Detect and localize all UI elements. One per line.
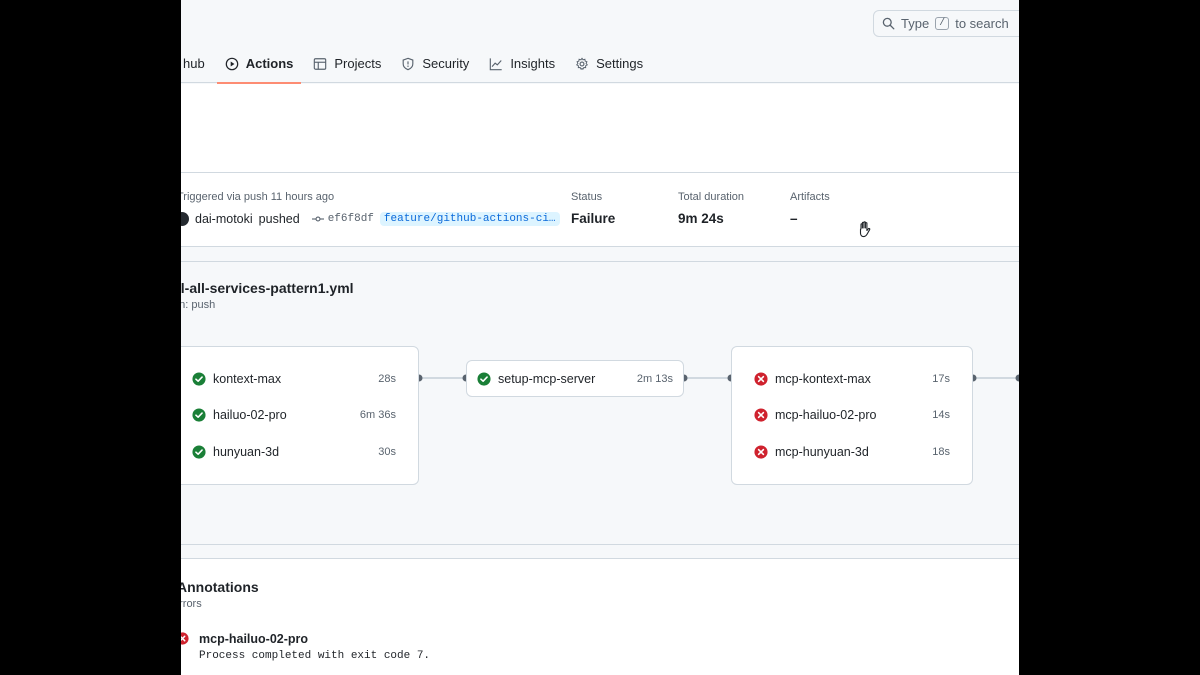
annotations-title: Annotations — [181, 579, 259, 595]
job-duration: 30s — [378, 446, 396, 458]
push-info: dai-motoki pushed ef6f8df feature/github… — [181, 212, 560, 226]
duration-value: 9m 24s — [678, 211, 724, 226]
job-name: mcp-kontext-max — [775, 372, 871, 386]
branch-label[interactable]: feature/github-actions-ci… — [379, 212, 560, 226]
tab-actions[interactable]: Actions — [215, 44, 304, 84]
tab-label: Projects — [334, 56, 382, 71]
job-duration: 28s — [378, 373, 396, 385]
job-kontext-max[interactable]: kontext-max 28s — [181, 369, 418, 389]
table-icon — [314, 57, 327, 70]
tab-insights[interactable]: Insights — [479, 44, 565, 83]
page-top-area — [181, 84, 1019, 172]
pusher-name[interactable]: dai-motoki — [195, 212, 253, 226]
annotations-count: errors — [181, 598, 202, 610]
tab-projects[interactable]: Projects — [303, 44, 391, 83]
job-mcp-hailuo-02-pro[interactable]: mcp-hailuo-02-pro 14s — [732, 405, 972, 425]
tab-label: Security — [422, 56, 470, 71]
job-name: hunyuan-3d — [213, 445, 280, 459]
job-name: setup-mcp-server — [498, 372, 596, 386]
x-circle-icon — [181, 632, 189, 645]
job-name: mcp-hunyuan-3d — [775, 445, 869, 459]
tab-label: Actions — [245, 56, 294, 71]
check-circle-icon — [192, 408, 206, 422]
avatar[interactable] — [181, 212, 189, 226]
workflow-graph: al-all-services-pattern1.yml on: push ko… — [181, 261, 1019, 545]
tab-settings[interactable]: Settings — [565, 44, 653, 83]
tab-security[interactable]: Security — [391, 44, 479, 83]
job-hailuo-02-pro[interactable]: hailuo-02-pro 6m 36s — [181, 405, 418, 425]
check-circle-icon — [192, 372, 206, 386]
commit-icon — [311, 216, 324, 222]
push-action: pushed — [258, 212, 300, 226]
annotation-message: Process completed with exit code 7. — [199, 650, 431, 662]
search-prefix: Type — [901, 16, 930, 31]
check-circle-icon — [477, 372, 491, 386]
job-name: hailuo-02-pro — [213, 408, 287, 422]
duration-label: Total duration — [678, 191, 745, 203]
search-input[interactable]: Type / to search — [873, 10, 1019, 37]
job-duration: 2m 13s — [636, 373, 673, 385]
gear-icon — [576, 56, 589, 70]
run-summary: Triggered via push 11 hours ago dai-moto… — [181, 172, 1019, 247]
job-duration: 6m 36s — [359, 409, 396, 421]
job-mcp-hunyuan-3d[interactable]: mcp-hunyuan-3d 18s — [732, 442, 972, 462]
check-circle-icon — [192, 445, 206, 459]
annotations-panel: Annotations errors mcp-hailuo-02-pro Pro… — [181, 558, 1019, 675]
graph-icon — [490, 57, 502, 70]
job-group-build: kontext-max 28s hailuo-02-pro 6m 36s hun… — [181, 346, 419, 485]
job-setup-mcp-server[interactable]: setup-mcp-server 2m 13s — [467, 369, 683, 389]
job-name: kontext-max — [213, 372, 282, 386]
search-icon — [882, 17, 895, 30]
x-circle-icon — [754, 372, 768, 386]
sha-text: ef6f8df — [327, 213, 374, 225]
hand-cursor-icon — [859, 221, 871, 238]
tab-github[interactable]: hub — [181, 44, 215, 83]
job-duration: 14s — [932, 409, 950, 421]
x-circle-icon — [754, 445, 768, 459]
artifacts-value: – — [790, 211, 798, 226]
search-shortcut-key: / — [935, 17, 950, 30]
annotations-count-text: errors — [181, 598, 202, 610]
artifacts-label: Artifacts — [790, 191, 830, 203]
job-duration: 18s — [932, 446, 950, 458]
job-hunyuan-3d[interactable]: hunyuan-3d 30s — [181, 442, 418, 462]
commit-sha[interactable]: ef6f8df — [311, 213, 374, 225]
repo-header: Type / to search hub Actions Projects Se… — [181, 0, 1019, 84]
play-icon — [225, 57, 239, 70]
job-group-setup: setup-mcp-server 2m 13s — [466, 360, 684, 397]
job-duration: 17s — [932, 373, 950, 385]
job-name: mcp-hailuo-02-pro — [775, 408, 877, 422]
tab-label: Insights — [510, 56, 556, 71]
job-group-mcp: mcp-kontext-max 17s mcp-hailuo-02-pro 14… — [731, 346, 973, 485]
shield-icon — [402, 57, 414, 70]
tab-label: hub — [183, 56, 205, 71]
job-mcp-kontext-max[interactable]: mcp-kontext-max 17s — [732, 369, 972, 389]
browser-viewport: Type / to search hub Actions Projects Se… — [181, 0, 1019, 675]
status-label: Status — [571, 191, 603, 203]
tab-label: Settings — [596, 56, 644, 71]
repo-tabs: hub Actions Projects Security Insights S… — [181, 44, 653, 84]
search-suffix: to search — [955, 16, 1009, 31]
trigger-text: Triggered via push 11 hours ago — [181, 191, 335, 203]
x-circle-icon — [754, 408, 768, 422]
status-value: Failure — [571, 211, 616, 226]
annotation-job-link[interactable]: mcp-hailuo-02-pro — [199, 632, 308, 646]
